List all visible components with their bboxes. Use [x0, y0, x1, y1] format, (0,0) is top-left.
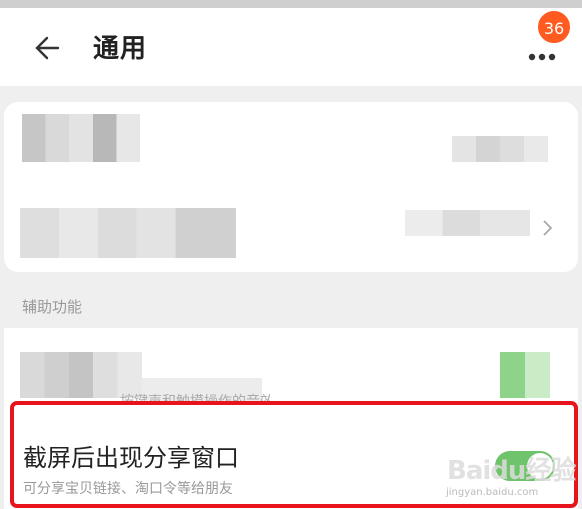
section-label: 辅助功能 — [22, 298, 83, 316]
top-bar: 通用 — [0, 8, 582, 86]
blurred-row-value — [405, 210, 530, 236]
status-strip — [0, 0, 582, 8]
watermark-text: Baidu经验 — [447, 456, 576, 486]
screenshot-share-title: 截屏后出现分享窗口 — [23, 444, 239, 472]
blurred-row[interactable] — [20, 208, 236, 258]
watermark-url: jingyan.baidu.com — [446, 487, 539, 498]
back-button[interactable] — [30, 30, 66, 66]
screenshot-share-subtitle: 可分享宝贝链接、淘口令等给朋友 — [23, 481, 233, 497]
blurred-toggle — [500, 352, 550, 398]
blurred-label — [22, 114, 140, 162]
partial-subtitle: 按键声和触摸操作的音效 — [120, 394, 270, 402]
blurred-value — [452, 136, 548, 162]
chevron-right-icon — [543, 220, 553, 236]
notification-badge: 36 — [536, 9, 572, 45]
arrow-left-icon — [35, 36, 60, 60]
page-title: 通用 — [93, 34, 148, 64]
